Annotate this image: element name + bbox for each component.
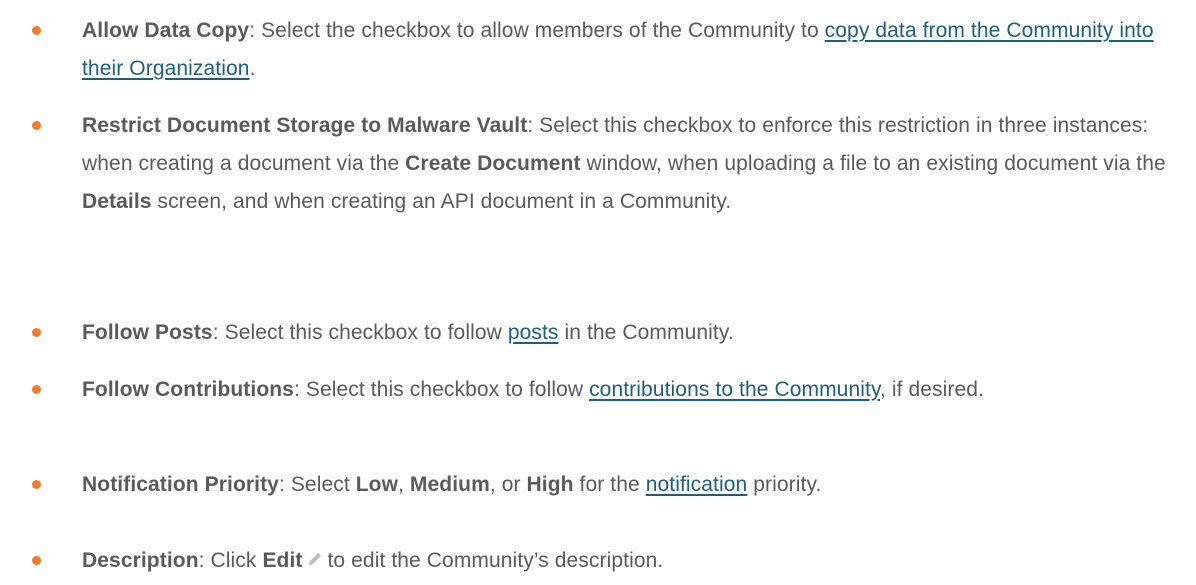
item-text: priority. xyxy=(747,473,822,496)
list-item-notification-priority: Notification Priority: Select Low, Mediu… xyxy=(32,466,1186,504)
list-item-follow-contributions: Follow Contributions: Select this checkb… xyxy=(32,371,1186,409)
term-follow-posts: Follow Posts xyxy=(82,321,213,344)
bullet-dot xyxy=(32,121,41,130)
item-text: for the xyxy=(573,473,646,496)
option-medium: Medium xyxy=(409,473,490,496)
document-body: Allow Data Copy: Select the checkbox to … xyxy=(0,0,1196,585)
term-follow-contributions: Follow Contributions xyxy=(82,378,294,401)
option-high: High xyxy=(526,473,574,496)
link-notification[interactable]: notification xyxy=(646,473,748,496)
item-text: , if desired. xyxy=(880,378,985,401)
item-text: : Click xyxy=(198,549,263,572)
term-notification-priority: Notification Priority xyxy=(82,473,279,496)
bullet-dot xyxy=(32,480,41,489)
item-text: , or xyxy=(489,473,527,496)
item-text: in the Community. xyxy=(558,321,734,344)
term-allow-data-copy: Allow Data Copy xyxy=(82,19,250,42)
item-text: window, when uploading a file to an exis… xyxy=(580,152,1166,175)
link-contributions[interactable]: contributions to the Community xyxy=(589,378,880,401)
bullet-dot xyxy=(32,556,41,565)
item-text: : Select xyxy=(278,473,356,496)
bullet-dot xyxy=(32,26,41,35)
list-item-follow-posts: Follow Posts: Select this checkbox to fo… xyxy=(32,314,1186,352)
item-text: . xyxy=(249,57,256,80)
pencil-icon xyxy=(308,552,321,566)
list-item-restrict-document-storage: Restrict Document Storage to Malware Vau… xyxy=(32,107,1186,221)
option-low: Low xyxy=(355,473,399,496)
ui-label-details: Details xyxy=(82,190,152,213)
term-restrict-document-storage: Restrict Document Storage to Malware Vau… xyxy=(82,114,528,137)
item-text: to edit the Community’s description. xyxy=(327,549,664,572)
list-item-allow-data-copy: Allow Data Copy: Select the checkbox to … xyxy=(32,12,1186,88)
item-text: : Select this checkbox to follow xyxy=(212,321,508,344)
link-posts[interactable]: posts xyxy=(508,321,559,344)
ui-label-create-document: Create Document xyxy=(405,152,581,175)
bullet-dot xyxy=(32,385,41,394)
term-description: Description xyxy=(82,549,199,572)
ui-label-edit: Edit xyxy=(262,549,303,572)
item-text: : Select the checkbox to allow members o… xyxy=(249,19,825,42)
item-text: screen, and when creating an API documen… xyxy=(151,190,732,213)
bullet-dot xyxy=(32,328,41,337)
item-text: , xyxy=(398,473,410,496)
item-text: : Select this checkbox to follow xyxy=(293,378,590,401)
list-item-description: Description: Click Edit to edit the Commu… xyxy=(32,542,1186,580)
